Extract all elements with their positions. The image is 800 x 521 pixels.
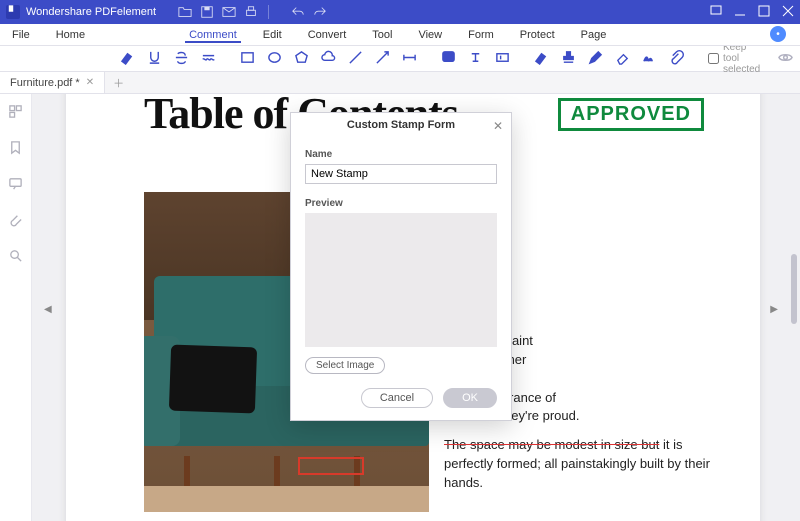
textbox-icon[interactable] [495, 50, 510, 68]
keep-tool-checkbox[interactable] [708, 53, 719, 64]
document-tabs: Furniture.pdf * ✕ ＋ [0, 72, 800, 94]
tab-label: Furniture.pdf * [10, 77, 80, 89]
tab-furniture[interactable]: Furniture.pdf * ✕ [0, 72, 105, 93]
line-icon[interactable] [348, 50, 363, 68]
menu-tool[interactable]: Tool [368, 27, 396, 43]
attachment-icon[interactable] [669, 50, 684, 68]
distance-icon[interactable] [402, 50, 417, 68]
menu-home[interactable]: Home [52, 27, 89, 43]
polygon-icon[interactable] [294, 50, 309, 68]
eraser-icon[interactable] [615, 50, 630, 68]
stamp-icon[interactable] [561, 50, 576, 68]
menu-protect[interactable]: Protect [516, 27, 559, 43]
prev-page-handle[interactable]: ◀ [44, 304, 52, 315]
app-title: Wondershare PDFelement [26, 6, 156, 18]
menu-page[interactable]: Page [577, 27, 611, 43]
ok-button[interactable]: OK [443, 388, 497, 408]
menu-comment[interactable]: Comment [185, 27, 241, 43]
vertical-scrollbar[interactable] [791, 254, 797, 324]
search-icon[interactable] [8, 248, 23, 268]
select-image-button[interactable]: Select Image [305, 357, 385, 374]
mail-icon[interactable] [222, 5, 236, 19]
menu-form[interactable]: Form [464, 27, 498, 43]
dialog-close-icon[interactable]: ✕ [493, 119, 503, 133]
next-page-handle[interactable]: ▶ [770, 304, 778, 315]
strikethrough-icon[interactable] [174, 50, 189, 68]
close-icon[interactable] [782, 5, 794, 20]
area-highlight-icon[interactable] [534, 50, 549, 68]
keep-tool-label: Keep tool selected [723, 42, 760, 75]
oval-icon[interactable] [267, 50, 282, 68]
note-icon[interactable] [441, 50, 456, 68]
highlighter-icon[interactable] [120, 50, 135, 68]
attachments-panel-icon[interactable] [8, 212, 23, 232]
name-label: Name [305, 149, 497, 160]
feedback-icon[interactable] [710, 5, 722, 20]
cloud-icon[interactable] [321, 50, 336, 68]
title-bar: ▘ Wondershare PDFelement [0, 0, 800, 24]
menu-convert[interactable]: Convert [304, 27, 351, 43]
comment-toolbar: Keep tool selected [0, 46, 800, 72]
preview-area [305, 213, 497, 347]
save-icon[interactable] [200, 5, 214, 19]
arrow-icon[interactable] [375, 50, 390, 68]
dialog-title: Custom Stamp Form [291, 113, 511, 133]
menu-view[interactable]: View [414, 27, 446, 43]
undo-icon[interactable] [291, 5, 305, 19]
app-logo-icon: ▘ [6, 5, 20, 19]
pencil-icon[interactable] [588, 50, 603, 68]
signature-icon[interactable] [642, 50, 657, 68]
left-panel [0, 94, 32, 521]
menu-edit[interactable]: Edit [259, 27, 286, 43]
menu-file[interactable]: File [8, 27, 34, 43]
minimize-icon[interactable] [734, 5, 746, 20]
typewriter-icon[interactable] [468, 50, 483, 68]
menu-bar: File Home Comment Edit Convert Tool View… [0, 24, 800, 46]
maximize-icon[interactable] [758, 5, 770, 20]
stamp-name-input[interactable] [305, 164, 497, 184]
open-folder-icon[interactable] [178, 5, 192, 19]
cancel-button[interactable]: Cancel [361, 388, 433, 408]
thumbnails-icon[interactable] [8, 104, 23, 124]
bookmark-icon[interactable] [8, 140, 23, 160]
strikethrough-text: The space may be modest in size but [444, 437, 659, 452]
rectangle-icon[interactable] [240, 50, 255, 68]
redo-icon[interactable] [313, 5, 327, 19]
print-icon[interactable] [244, 5, 258, 19]
user-avatar-icon[interactable]: • [770, 26, 786, 42]
approved-stamp[interactable]: APPROVED [558, 98, 704, 131]
preview-label: Preview [305, 198, 497, 209]
squiggly-icon[interactable] [201, 50, 216, 68]
new-tab-button[interactable]: ＋ [105, 75, 132, 91]
comments-panel-icon[interactable] [8, 176, 23, 196]
underline-icon[interactable] [147, 50, 162, 68]
keep-tool-selected[interactable]: Keep tool selected [708, 42, 760, 75]
tab-close-icon[interactable]: ✕ [86, 77, 94, 88]
eye-icon[interactable] [778, 50, 793, 68]
custom-stamp-dialog: Custom Stamp Form ✕ Name Preview Select … [290, 112, 512, 421]
